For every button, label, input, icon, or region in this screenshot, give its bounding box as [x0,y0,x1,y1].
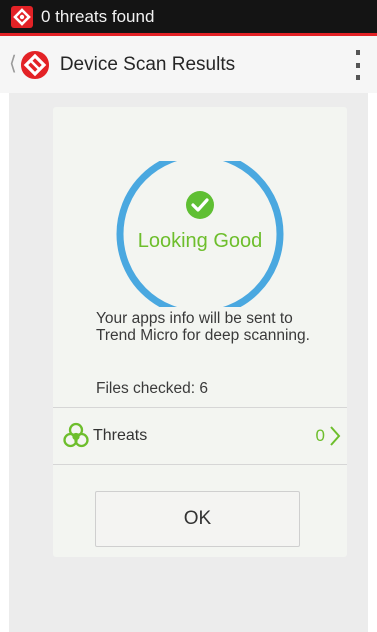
back-caret-icon[interactable]: ⟨ [9,51,17,76]
page-title: Device Scan Results [59,53,236,75]
files-checked-label: Files checked: 6 [96,380,208,397]
status-ring: Looking Good [116,161,284,307]
threats-row[interactable]: Threats 0 [53,407,347,465]
action-bar: ⟨ Device Scan Results [0,33,377,93]
chevron-right-icon [330,426,341,446]
check-circle-icon [186,191,214,219]
notification-text: 0 threats found [41,6,155,26]
threats-count: 0 [315,426,325,445]
threats-label: Threats [93,427,148,444]
trend-micro-logo-icon[interactable] [18,48,52,82]
status-bar: 0 threats found [0,0,377,33]
ok-button[interactable]: OK [95,491,300,547]
trend-micro-logo-icon [11,5,33,28]
overflow-menu-icon[interactable] [353,50,363,80]
info-text: Your apps info will be sent to Trend Mic… [96,310,310,344]
content-area: Looking Good Your apps info will be sent… [9,93,368,632]
status-label: Looking Good [138,230,263,252]
biohazard-icon [63,422,89,448]
scan-result-card: Looking Good Your apps info will be sent… [53,107,347,557]
